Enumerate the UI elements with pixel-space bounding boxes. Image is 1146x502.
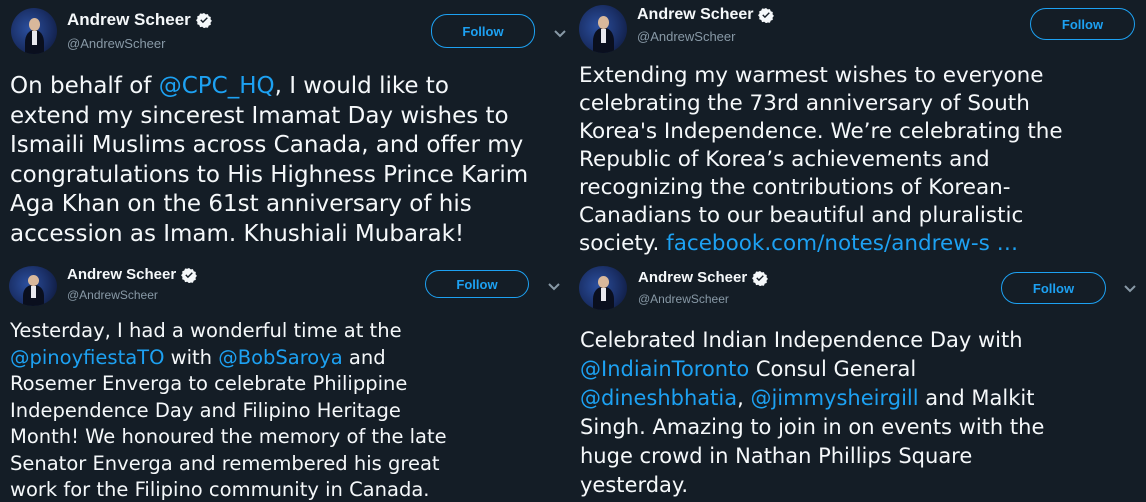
verified-badge-icon [752, 270, 769, 286]
tweet-text-line: Korea's Independence. We’re celebrating … [579, 118, 1063, 146]
verified-badge-icon [195, 13, 212, 28]
display-name[interactable]: Andrew Scheer [67, 266, 198, 283]
text-segment: and [342, 345, 386, 369]
text-segment: accession as Imam. Khushiali Mubarak! [10, 220, 465, 247]
mention-link[interactable]: @pinoyfiestaTO [10, 346, 164, 369]
display-name-text: Andrew Scheer [638, 269, 748, 286]
tweet-text-line: Rosemer Enverga to celebrate Philippine [10, 371, 447, 398]
avatar[interactable] [579, 266, 627, 310]
text-segment: Extending my warmest wishes to everyone [579, 63, 1044, 88]
avatar[interactable] [9, 266, 57, 306]
text-segment: congratulations to His Highness Prince K… [10, 161, 529, 188]
text-segment: recognizing the contributions of Korean- [579, 175, 1011, 200]
tweet-card: Andrew Scheer @AndrewScheer Follow On behal… [0, 0, 570, 262]
tweet-text-line: @pinoyfiestaTO with @BobSaroya and [10, 345, 447, 372]
tweet-text: On behalf of @CPC_HQ, I would like to ext… [10, 72, 528, 249]
mention-link[interactable]: @BobSaroya [218, 346, 343, 369]
text-segment: huge crowd in Nathan Phillips Square [580, 444, 973, 468]
display-name-text: Andrew Scheer [67, 10, 191, 29]
tweet-text-line: Canadians to our beautiful and pluralist… [579, 202, 1063, 230]
tweet-text: Celebrated Indian Independence Day with @… [580, 326, 1044, 500]
text-segment: and Malkit [918, 386, 1035, 410]
chevron-down-icon[interactable] [1123, 284, 1137, 294]
text-segment: Month! We honoured the memory of the lat… [10, 425, 447, 448]
tweet-text-line: Ismaili Muslims across Canada, and offer… [10, 131, 528, 161]
text-segment: Celebrated Indian Independence Day with [580, 328, 1023, 352]
text-segment: extend my sincerest Imamat Day wishes to [10, 102, 509, 129]
display-name-text: Andrew Scheer [637, 6, 754, 23]
display-name[interactable]: Andrew Scheer [637, 6, 775, 24]
tweet-text-line: extend my sincerest Imamat Day wishes to [10, 102, 528, 132]
avatar[interactable] [11, 8, 57, 54]
text-segment: , I would like to [274, 73, 449, 99]
text-segment: , [737, 386, 751, 410]
verified-badge-icon [181, 267, 198, 283]
tweet-text: Yesterday, I had a wonderful time at the… [10, 318, 447, 502]
text-segment: Rosemer Enverga to celebrate Philippine [10, 372, 408, 395]
tweet-text-line: Month! We honoured the memory of the lat… [10, 424, 447, 451]
tweet-text-line: Yesterday, I had a wonderful time at the [10, 318, 447, 345]
tweet-text-line: recognizing the contributions of Korean- [579, 174, 1063, 202]
mention-link[interactable]: @IndiainToronto [580, 357, 749, 381]
follow-button[interactable]: Follow [1030, 8, 1135, 40]
verified-badge-icon [758, 8, 775, 23]
display-name[interactable]: Andrew Scheer [67, 10, 212, 30]
tweet-card: Andrew Scheer @AndrewScheer Follow Celebrat… [570, 262, 1146, 502]
text-segment: Republic of Korea’s achievements and [579, 147, 990, 172]
chevron-down-icon[interactable] [547, 282, 561, 292]
text-segment: Canadians to our beautiful and pluralist… [579, 203, 1024, 228]
tweet-card: Andrew Scheer @AndrewScheer Follow Yesterda… [0, 262, 570, 502]
tweet-text-line: @dineshbhatia, @jimmysheirgill and Malki… [580, 384, 1044, 413]
tweet-text-line: Independence Day and Filipino Heritage [10, 398, 447, 425]
text-segment: Senator Enverga and remembered his great [10, 451, 440, 475]
tweet-text: Extending my warmest wishes to everyone c… [579, 62, 1063, 258]
username-handle[interactable]: @AndrewScheer [637, 29, 735, 44]
text-segment: Aga Khan on the 61st anniversary of his [10, 191, 472, 217]
tweet-text-line: Extending my warmest wishes to everyone [579, 62, 1063, 90]
tweet-card: Andrew Scheer @AndrewScheer Follow Extendin… [570, 0, 1146, 262]
follow-button[interactable]: Follow [431, 14, 535, 48]
avatar[interactable] [579, 5, 627, 53]
url-link[interactable]: facebook.com/notes/andrew-s … [666, 231, 1018, 256]
text-segment: Independence Day and Filipino Heritage [10, 398, 401, 422]
tweet-text-line: @IndiainToronto Consul General [580, 355, 1044, 384]
display-name-text: Andrew Scheer [67, 266, 177, 283]
tweet-text-line: Celebrated Indian Independence Day with [580, 326, 1044, 355]
chevron-down-icon[interactable] [553, 29, 567, 39]
mention-link[interactable]: @dineshbhatia [580, 386, 737, 410]
username-handle[interactable]: @AndrewScheer [67, 36, 165, 51]
mention-link[interactable]: @jimmysheirgill [750, 386, 918, 410]
text-segment: Singh. Amazing to join in on events with… [580, 415, 1045, 439]
tweet-text-line: celebrating the 73rd anniversary of Sout… [579, 90, 1063, 118]
text-segment: Consul General [749, 357, 917, 381]
tweet-text-line: Senator Enverga and remembered his great [10, 451, 447, 478]
text-segment: celebrating the 73rd anniversary of Sout… [579, 91, 1030, 116]
tweet-text-line: huge crowd in Nathan Phillips Square [580, 442, 1044, 471]
tweet-text-line: congratulations to His Highness Prince K… [10, 161, 528, 191]
text-segment: with [164, 345, 219, 369]
follow-button[interactable]: Follow [1001, 272, 1106, 304]
text-segment: society. [579, 231, 667, 256]
text-segment: Ismaili Muslims across Canada, and offer… [10, 132, 524, 158]
text-segment: Yesterday, I had a wonderful time at the [10, 319, 402, 342]
tweet-text-line: Republic of Korea’s achievements and [579, 146, 1063, 174]
display-name[interactable]: Andrew Scheer [638, 269, 769, 286]
username-handle[interactable]: @AndrewScheer [638, 292, 729, 306]
tweet-text-line: Singh. Amazing to join in on events with… [580, 413, 1044, 442]
tweet-text-line: On behalf of @CPC_HQ, I would like to [10, 72, 528, 102]
text-segment: Korea's Independence. We’re celebrating … [579, 119, 1063, 144]
text-segment: yesterday. [580, 473, 689, 497]
tweet-text-line: work for the Filipino community in Canad… [10, 477, 447, 502]
follow-button[interactable]: Follow [425, 270, 529, 298]
mention-link[interactable]: @CPC_HQ [159, 73, 275, 99]
text-segment: On behalf of [10, 73, 159, 99]
text-segment: work for the Filipino community in Canad… [10, 478, 430, 501]
tweet-text-line: society. facebook.com/notes/andrew-s … [579, 230, 1063, 258]
tweet-text-line: yesterday. [580, 471, 1044, 500]
username-handle[interactable]: @AndrewScheer [67, 288, 158, 302]
tweet-text-line: accession as Imam. Khushiali Mubarak! [10, 220, 528, 250]
tweet-text-line: Aga Khan on the 61st anniversary of his [10, 190, 528, 220]
